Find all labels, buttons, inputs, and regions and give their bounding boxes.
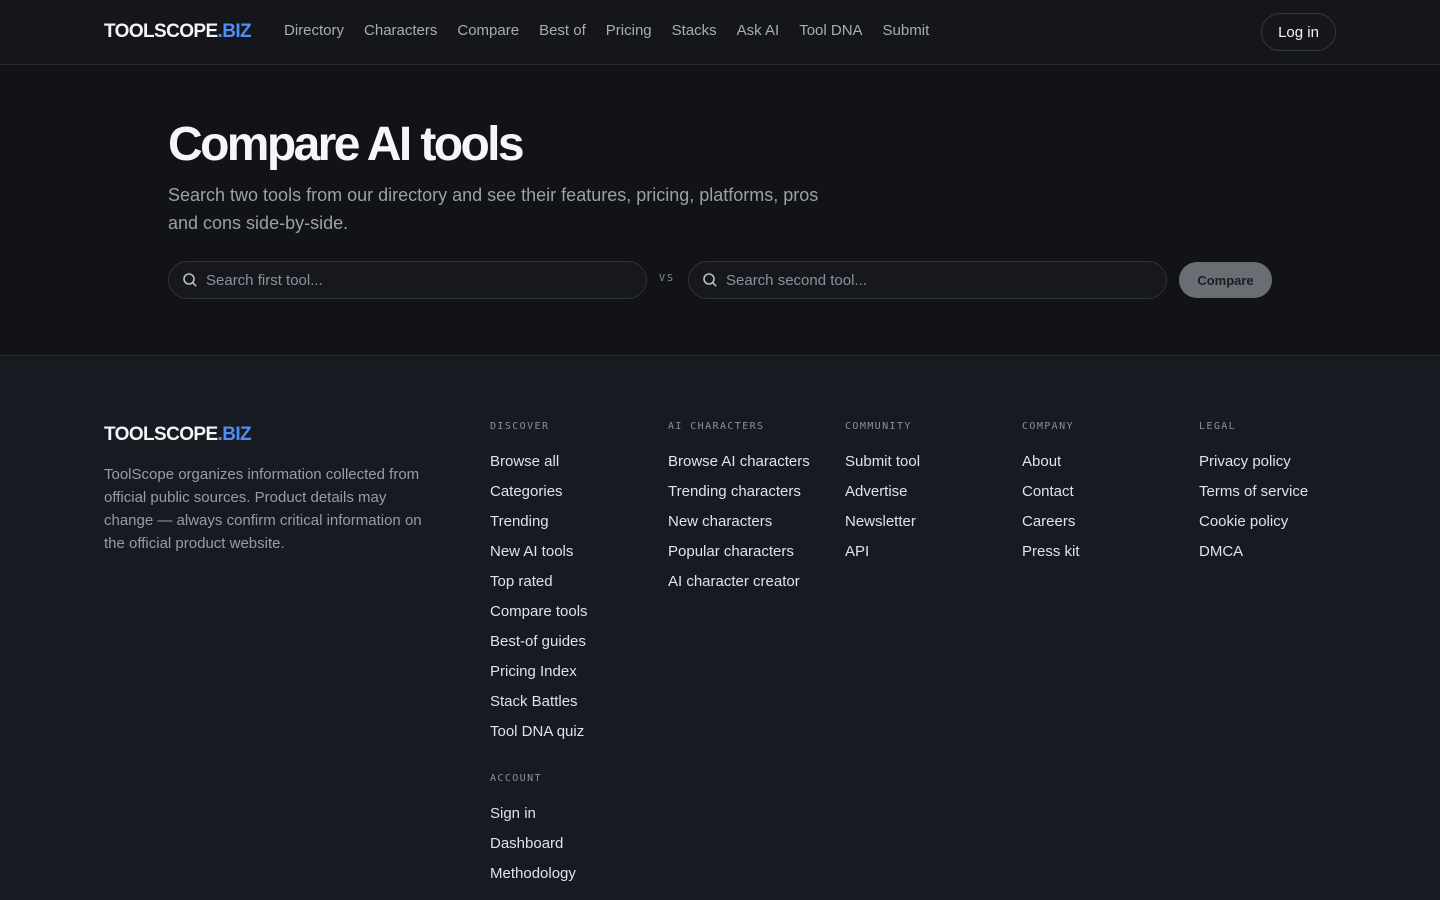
footer-link-sign-in[interactable]: Sign in — [490, 805, 536, 822]
footer-link-new-ai-tools[interactable]: New AI tools — [490, 543, 573, 560]
footer-link-dmca[interactable]: DMCA — [1199, 543, 1243, 560]
footer-heading-discover: DISCOVER — [490, 421, 550, 432]
footer-link-tool-dna-quiz[interactable]: Tool DNA quiz — [490, 723, 584, 740]
search-icon — [183, 273, 197, 287]
search-icon — [703, 273, 717, 287]
footer-heading-account: ACCOUNT — [490, 773, 542, 784]
footer-description: ToolScope organizes information collecte… — [104, 466, 422, 552]
footer-heading-community: COMMUNITY — [845, 421, 912, 432]
footer-link-top-rated[interactable]: Top rated — [490, 573, 553, 590]
top-navigation-bar: TOOLSCOPE.BIZ Directory Characters Compa… — [0, 0, 1440, 65]
footer-link-advertise[interactable]: Advertise — [845, 483, 908, 500]
footer-link-trending-characters[interactable]: Trending characters — [668, 483, 801, 500]
footer-column-ai-characters: AI CHARACTERS Browse AI characters Trend… — [668, 420, 818, 602]
footer-link-compare-tools[interactable]: Compare tools — [490, 603, 588, 620]
footer-heading-company: COMPANY — [1022, 421, 1074, 432]
footer-column-company: COMPANY About Contact Careers Press kit — [1022, 420, 1182, 572]
nav-tool-dna[interactable]: Tool DNA — [799, 22, 862, 39]
footer-column-community: COMMUNITY Submit tool Advertise Newslett… — [845, 420, 1005, 572]
nav-compare[interactable]: Compare — [457, 22, 519, 39]
first-tool-search[interactable] — [168, 261, 647, 299]
footer-heading-ai-characters: AI CHARACTERS — [668, 421, 765, 432]
footer-link-about[interactable]: About — [1022, 453, 1061, 470]
login-button[interactable]: Log in — [1261, 13, 1336, 51]
site-footer: TOOLSCOPE.BIZ ToolScope organizes inform… — [0, 356, 1440, 900]
footer-link-newsletter[interactable]: Newsletter — [845, 513, 916, 530]
main-nav: Directory Characters Compare Best of Pri… — [284, 22, 929, 39]
footer-brand-tld: .BIZ — [217, 424, 252, 445]
footer-link-categories[interactable]: Categories — [490, 483, 563, 500]
nav-pricing[interactable]: Pricing — [606, 22, 652, 39]
brand-tld: .BIZ — [217, 21, 252, 42]
footer-link-browse-ai-characters[interactable]: Browse AI characters — [668, 453, 810, 470]
nav-stacks[interactable]: Stacks — [672, 22, 717, 39]
footer-link-privacy-policy[interactable]: Privacy policy — [1199, 453, 1291, 470]
page-subtitle: Search two tools from our directory and … — [168, 185, 819, 233]
footer-link-browse-all[interactable]: Browse all — [490, 453, 559, 470]
footer-link-new-characters[interactable]: New characters — [668, 513, 772, 530]
vs-label: VS — [659, 273, 676, 284]
footer-link-pricing-index[interactable]: Pricing Index — [490, 663, 577, 680]
brand-name: TOOLSCOPE — [104, 21, 218, 42]
footer-column-legal: LEGAL Privacy policy Terms of service Co… — [1199, 420, 1339, 572]
nav-directory[interactable]: Directory — [284, 22, 344, 39]
footer-link-press-kit[interactable]: Press kit — [1022, 543, 1080, 560]
footer-column-discover: DISCOVER Browse all Categories Trending … — [490, 420, 650, 894]
footer-link-dashboard[interactable]: Dashboard — [490, 835, 563, 852]
footer-brand-logo[interactable]: TOOLSCOPE.BIZ — [104, 424, 252, 446]
footer-link-contact[interactable]: Contact — [1022, 483, 1074, 500]
footer-link-ai-character-creator[interactable]: AI character creator — [668, 573, 800, 590]
nav-characters[interactable]: Characters — [364, 22, 437, 39]
footer-link-api[interactable]: API — [845, 543, 869, 560]
footer-link-popular-characters[interactable]: Popular characters — [668, 543, 794, 560]
compare-button[interactable]: Compare — [1179, 262, 1272, 298]
second-tool-input[interactable] — [726, 271, 1146, 289]
footer-link-methodology[interactable]: Methodology — [490, 865, 576, 882]
footer-link-cookie-policy[interactable]: Cookie policy — [1199, 513, 1288, 530]
footer-link-stack-battles[interactable]: Stack Battles — [490, 693, 578, 710]
page-title: Compare AI tools — [168, 118, 525, 171]
footer-link-best-of-guides[interactable]: Best-of guides — [490, 633, 586, 650]
footer-link-terms-of-service[interactable]: Terms of service — [1199, 483, 1308, 500]
footer-brand-name: TOOLSCOPE — [104, 424, 218, 445]
first-tool-input[interactable] — [206, 271, 626, 289]
nav-ask-ai[interactable]: Ask AI — [737, 22, 780, 39]
footer-link-careers[interactable]: Careers — [1022, 513, 1075, 530]
brand-logo[interactable]: TOOLSCOPE.BIZ — [104, 21, 252, 43]
footer-link-submit-tool[interactable]: Submit tool — [845, 453, 920, 470]
nav-submit[interactable]: Submit — [883, 22, 930, 39]
compare-hero: Compare AI tools Search two tools from o… — [0, 65, 1440, 356]
footer-heading-legal: LEGAL — [1199, 421, 1237, 432]
nav-best-of[interactable]: Best of — [539, 22, 586, 39]
footer-link-trending[interactable]: Trending — [490, 513, 549, 530]
second-tool-search[interactable] — [688, 261, 1167, 299]
